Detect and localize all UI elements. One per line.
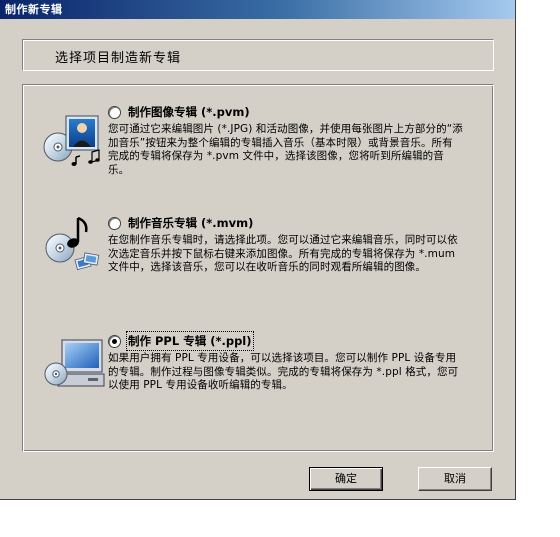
option-ppl-album-description: 如果用户拥有 PPL 专用设备，可以选择该项目。您可以制作 PPL 设备专用的专… [108,352,459,391]
option-ppl-album-title-row[interactable]: 制作 PPL 专辑 (*.ppl) [108,331,463,351]
new-album-dialog: 制作新专辑 选择项目制造新专辑 制作图像专辑 (*.pvm) 您可通过它来编辑图… [0,0,516,500]
radio-music-album[interactable] [108,216,121,230]
option-photo-album-title-row[interactable]: 制作图像专辑 (*.pvm) [108,104,463,120]
option-music-album[interactable]: 制作音乐专辑 (*.mvm) 在您制作音乐专辑时，请选择此项。您可以通过它来编辑… [108,215,463,275]
option-photo-album[interactable]: 制作图像专辑 (*.pvm) 您可通过它来编辑图片 (*.JPG) 和活动图像，… [108,104,463,177]
photo-album-icon [43,115,100,166]
instruction-panel: 选择项目制造新专辑 [22,39,494,71]
option-ppl-album-label[interactable]: 制作 PPL 专辑 (*.ppl) [126,331,254,351]
dialog-title: 制作新专辑 [0,0,515,19]
option-ppl-album[interactable]: 制作 PPL 专辑 (*.ppl) 如果用户拥有 PPL 专用设备，可以选择该项… [108,331,463,393]
option-photo-album-description: 您可通过它来编辑图片 (*.JPG) 和活动图像，并使用每张图片上方部分的“添加… [108,123,463,176]
ppl-device-icon [44,339,105,387]
ok-button[interactable]: 确定 [309,467,383,491]
instruction-text: 选择项目制造新专辑 [55,51,182,66]
option-music-album-title-row[interactable]: 制作音乐专辑 (*.mvm) [108,215,463,231]
radio-ppl-album[interactable] [108,334,121,348]
option-music-album-description: 在您制作音乐专辑时，请选择此项。您可以通过它来编辑音乐，同时可以依次选定音乐并按… [108,234,458,273]
option-photo-album-label[interactable]: 制作图像专辑 (*.pvm) [128,104,250,120]
option-music-album-label[interactable]: 制作音乐专辑 (*.mvm) [128,215,253,231]
music-album-icon [45,216,100,271]
radio-photo-album[interactable] [108,105,121,119]
cancel-button[interactable]: 取消 [418,467,492,491]
